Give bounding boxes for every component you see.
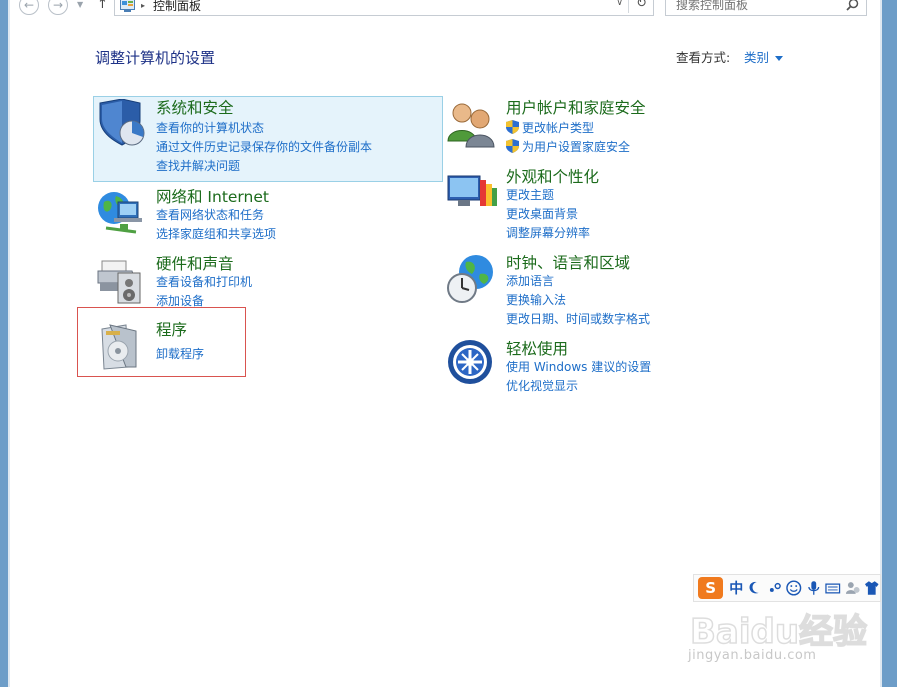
window-right-edge — [880, 0, 897, 687]
forward-arrow-icon: → — [52, 0, 64, 12]
address-bar[interactable]: ▸ 控制面板 ∨ ↻ — [114, 0, 654, 16]
link-change-input-method[interactable]: 更换输入法 — [506, 291, 566, 308]
uac-shield-icon — [506, 139, 519, 153]
link-windows-recommended[interactable]: 使用 Windows 建议的设置 — [506, 358, 651, 375]
back-arrow-icon: ← — [23, 0, 35, 12]
moon-icon[interactable] — [747, 580, 763, 596]
category-title[interactable]: 系统和安全 — [156, 96, 234, 118]
view-by-value: 类别 — [744, 50, 770, 65]
link-family-safety[interactable]: 为用户设置家庭安全 — [506, 138, 630, 155]
skin-shirt-icon[interactable] — [864, 580, 880, 596]
category-title[interactable]: 轻松使用 — [506, 337, 568, 359]
emoji-icon[interactable] — [786, 580, 802, 596]
watermark-url: jingyan.baidu.com — [688, 648, 817, 663]
address-divider — [628, 0, 629, 13]
link-optimize-visual[interactable]: 优化视觉显示 — [506, 377, 578, 394]
ease-of-access-icon — [448, 340, 492, 384]
punctuation-icon[interactable] — [767, 580, 783, 596]
ime-toolbar[interactable]: S 中 — [693, 574, 881, 602]
search-icon[interactable] — [846, 0, 859, 11]
link-add-language[interactable]: 添加语言 — [506, 272, 554, 289]
network-globe-icon — [98, 192, 142, 234]
up-button[interactable]: ↑ — [97, 0, 108, 12]
sogou-logo-icon[interactable]: S — [698, 577, 724, 599]
link-label: 为用户设置家庭安全 — [522, 140, 631, 154]
printer-speaker-icon — [97, 260, 141, 304]
personalization-icon — [447, 175, 497, 206]
recent-locations-dropdown[interactable]: ▼ — [77, 0, 83, 9]
link-devices-printers[interactable]: 查看设备和打印机 — [156, 273, 252, 290]
programs-box-icon — [101, 324, 137, 370]
window-left-edge — [0, 0, 10, 687]
up-arrow-icon: ↑ — [97, 0, 108, 12]
link-change-theme[interactable]: 更改主题 — [506, 186, 554, 203]
link-date-time-format[interactable]: 更改日期、时间或数字格式 — [506, 310, 650, 327]
view-by-label: 查看方式: — [676, 50, 731, 65]
category-title[interactable]: 时钟、语言和区域 — [506, 251, 630, 273]
category-title[interactable]: 用户帐户和家庭安全 — [506, 96, 646, 118]
search-input[interactable] — [676, 0, 836, 12]
link-uninstall-program[interactable]: 卸载程序 — [156, 345, 204, 362]
users-icon — [447, 103, 495, 148]
category-title[interactable]: 网络和 Internet — [156, 185, 269, 207]
link-network-status[interactable]: 查看网络状态和任务 — [156, 206, 264, 223]
uac-shield-icon — [506, 120, 519, 134]
back-button[interactable]: ← — [19, 0, 39, 15]
category-title[interactable]: 硬件和声音 — [156, 252, 234, 274]
link-change-account-type[interactable]: 更改帐户类型 — [506, 119, 594, 136]
page-title: 调整计算机的设置 — [95, 49, 216, 67]
watermark-brand: Baidu经验 — [690, 612, 867, 652]
clock-globe-icon — [447, 255, 493, 303]
search-box[interactable] — [665, 0, 867, 16]
link-homegroup[interactable]: 选择家庭组和共享选项 — [156, 225, 276, 242]
link-screen-resolution[interactable]: 调整屏幕分辨率 — [506, 224, 590, 241]
link-add-device[interactable]: 添加设备 — [156, 292, 204, 309]
link-troubleshoot[interactable]: 查找并解决问题 — [156, 157, 240, 174]
baidu-watermark-logo: Baidu经验 — [690, 611, 868, 653]
category-title[interactable]: 外观和个性化 — [506, 165, 599, 187]
breadcrumb-separator: ▸ — [141, 0, 146, 10]
keyboard-icon[interactable] — [825, 580, 841, 596]
link-view-computer-status[interactable]: 查看你的计算机状态 — [156, 119, 264, 136]
forward-button[interactable]: → — [48, 0, 68, 15]
security-shield-icon — [99, 99, 145, 146]
view-by-dropdown[interactable]: 类别 — [744, 47, 784, 66]
link-change-background[interactable]: 更改桌面背景 — [506, 205, 578, 222]
refresh-button[interactable]: ↻ — [636, 0, 647, 11]
link-file-history[interactable]: 通过文件历史记录保存你的文件备份副本 — [156, 138, 372, 155]
link-label: 更改帐户类型 — [522, 121, 595, 135]
caret-down-icon — [775, 56, 784, 61]
breadcrumb-control-panel[interactable]: 控制面板 — [153, 0, 201, 14]
ime-chinese-mode[interactable]: 中 — [729, 578, 743, 598]
microphone-icon[interactable] — [806, 580, 822, 596]
control-panel-icon — [120, 0, 135, 12]
user-icon[interactable] — [845, 580, 861, 596]
category-title[interactable]: 程序 — [156, 318, 187, 340]
address-dropdown-icon[interactable]: ∨ — [616, 0, 623, 8]
